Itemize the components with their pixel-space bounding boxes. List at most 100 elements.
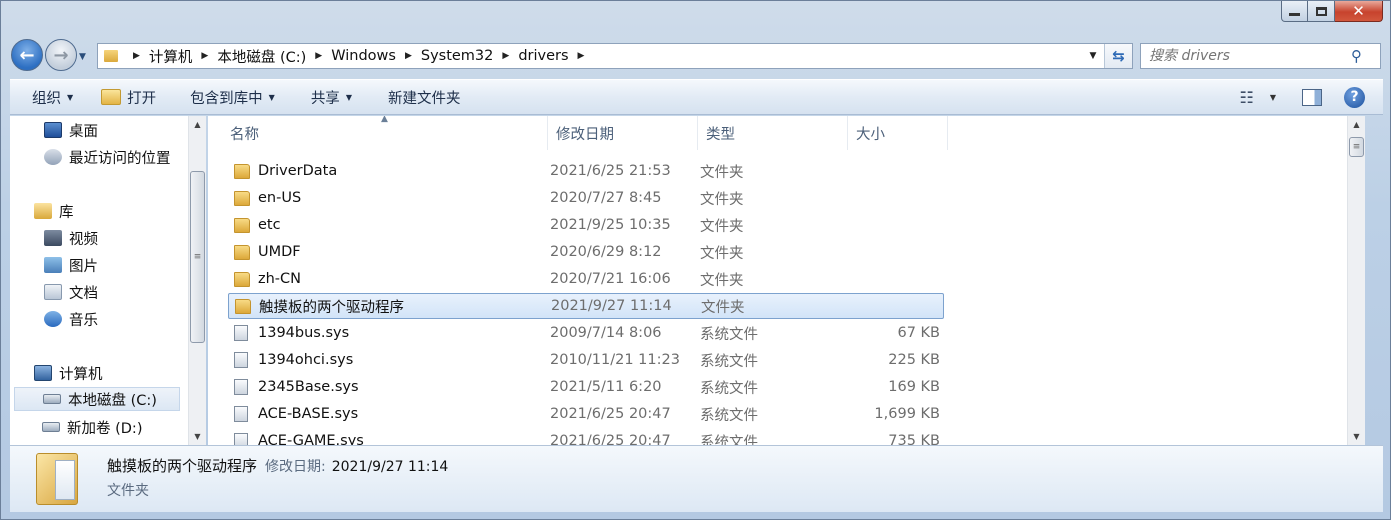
chevron-right-icon[interactable]: ▶: [133, 51, 140, 61]
chevron-down-icon[interactable]: ▼: [1348, 428, 1365, 445]
nav-label: 视频: [69, 231, 98, 248]
nav-label: 最近访问的位置: [69, 150, 171, 167]
nav-item-music[interactable]: 音乐: [44, 307, 98, 331]
file-name: ACE-BASE.sys: [258, 406, 359, 422]
chevron-down-icon[interactable]: ▼: [1270, 93, 1276, 102]
details-pane: 触摸板的两个驱动程序 修改日期: 2021/9/27 11:14 文件夹: [10, 445, 1383, 512]
file-list-scrollbar[interactable]: ▲ ≡ ▼: [1347, 116, 1365, 445]
search-icon[interactable]: ⚲: [1351, 47, 1362, 65]
chevron-right-icon[interactable]: ▶: [315, 51, 322, 61]
table-row[interactable]: ACE-BASE.sys 2021/6/25 20:47 系统文件 1,699 KB: [228, 401, 944, 427]
nav-item-new-volume[interactable]: 新加卷 (D:): [42, 415, 142, 439]
search-input[interactable]: [1141, 48, 1351, 64]
refresh-icon: ⇆: [1112, 47, 1125, 65]
close-button[interactable]: ✕: [1335, 1, 1383, 22]
folder-icon: [104, 50, 118, 62]
nav-item-documents[interactable]: 文档: [44, 280, 98, 304]
nav-buttons: ← → ▼: [11, 39, 86, 71]
breadcrumb-drivers[interactable]: drivers: [518, 48, 568, 64]
recent-pages-dropdown[interactable]: ▼: [79, 52, 86, 62]
organize-label: 组织: [32, 90, 61, 107]
column-header-name[interactable]: 名称: [208, 116, 548, 150]
computer-icon: [34, 365, 52, 381]
chevron-up-icon[interactable]: ▲: [1348, 116, 1365, 133]
chevron-down-icon[interactable]: ▼: [189, 428, 206, 445]
file-scroll-thumb[interactable]: ≡: [1349, 137, 1364, 157]
nav-item-libraries[interactable]: 库: [34, 199, 74, 223]
system-file-icon: [234, 352, 248, 368]
column-header-type[interactable]: 类型: [698, 116, 848, 150]
table-row[interactable]: zh-CN 2020/7/21 16:06 文件夹: [228, 266, 944, 292]
chevron-right-icon[interactable]: ▶: [578, 51, 585, 61]
system-file-icon: [234, 325, 248, 341]
file-type: 文件夹: [700, 191, 744, 208]
file-date: 2021/5/11 6:20: [550, 379, 662, 395]
table-row[interactable]: DriverData 2021/6/25 21:53 文件夹: [228, 158, 944, 184]
share-label: 共享: [310, 90, 340, 107]
nav-item-computer[interactable]: 计算机: [34, 361, 103, 385]
nav-item-pictures[interactable]: 图片: [44, 253, 98, 277]
folder-icon: [234, 244, 250, 260]
sort-ascending-icon: ▲: [381, 116, 388, 124]
table-row[interactable]: en-US 2020/7/27 8:45 文件夹: [228, 185, 944, 211]
nav-item-videos[interactable]: 视频: [44, 226, 98, 250]
file-type: 文件夹: [700, 245, 744, 262]
file-type: 文件夹: [701, 299, 745, 316]
breadcrumb-system32[interactable]: System32: [421, 48, 494, 64]
table-row[interactable]: 1394bus.sys 2009/7/14 8:06 系统文件 67 KB: [228, 320, 944, 346]
address-bar[interactable]: ▶ 计算机 ▶ 本地磁盘 (C:) ▶ Windows ▶ System32 ▶…: [97, 43, 1133, 69]
details-type: 文件夹: [107, 483, 149, 499]
table-row[interactable]: ACE-GAME.sys 2021/6/25 20:47 系统文件 735 KB: [228, 428, 944, 445]
column-header-date[interactable]: 修改日期: [548, 116, 698, 150]
chevron-up-icon[interactable]: ▲: [189, 116, 206, 133]
nav-scroll-thumb[interactable]: ≡: [190, 171, 205, 343]
nav-label: 新加卷 (D:): [67, 420, 143, 437]
nav-scrollbar[interactable]: ▲ ≡ ▼: [188, 116, 206, 445]
file-name: 2345Base.sys: [258, 379, 359, 395]
share-button[interactable]: 共享 ▼: [285, 80, 362, 114]
refresh-button[interactable]: ⇆: [1104, 44, 1132, 68]
table-row[interactable]: 2345Base.sys 2021/5/11 6:20 系统文件 169 KB: [228, 374, 944, 400]
back-button[interactable]: ←: [11, 39, 43, 71]
navigation-pane: 桌面 最近访问的位置 库 视频 图片 文档 音乐 计算机 本地磁盘 (C:) 新…: [10, 116, 206, 445]
nav-item-local-disk[interactable]: 本地磁盘 (C:): [14, 387, 180, 411]
chevron-right-icon[interactable]: ▶: [502, 51, 509, 61]
new-folder-button[interactable]: 新建文件夹: [362, 80, 471, 114]
nav-label: 文档: [69, 285, 98, 302]
chevron-right-icon[interactable]: ▶: [201, 51, 208, 61]
file-type: 系统文件: [700, 380, 758, 397]
organize-button[interactable]: 组织 ▼: [10, 80, 83, 114]
system-file-icon: [234, 406, 248, 422]
breadcrumb-local-disk[interactable]: 本地磁盘 (C:): [217, 46, 306, 67]
column-header-size[interactable]: 大小: [848, 116, 948, 150]
forward-button[interactable]: →: [45, 39, 77, 71]
toolbar-right: ☷ ▼ ?: [1240, 80, 1384, 114]
include-in-library-button[interactable]: 包含到库中 ▼: [166, 80, 285, 114]
preview-pane-icon[interactable]: [1302, 88, 1322, 106]
file-name: UMDF: [258, 244, 301, 260]
breadcrumb-windows[interactable]: Windows: [331, 48, 396, 64]
minimize-button[interactable]: [1281, 1, 1308, 22]
breadcrumb-computer[interactable]: 计算机: [149, 46, 193, 67]
view-options-icon[interactable]: ☷: [1240, 88, 1254, 107]
window-controls: ✕: [1281, 1, 1383, 22]
address-history-dropdown[interactable]: ▼: [1086, 44, 1100, 68]
file-name-cell: en-US: [228, 190, 550, 206]
table-row[interactable]: etc 2021/9/25 10:35 文件夹: [228, 212, 944, 238]
file-size: 169 KB: [888, 379, 940, 395]
nav-item-desktop[interactable]: 桌面: [44, 118, 98, 142]
help-icon[interactable]: ?: [1344, 86, 1365, 108]
forward-arrow-icon: →: [53, 44, 69, 66]
table-row[interactable]: 1394ohci.sys 2010/11/21 11:23 系统文件 225 KB: [228, 347, 944, 373]
file-type: 系统文件: [700, 434, 758, 446]
file-date: 2021/6/25 20:47: [550, 433, 671, 445]
maximize-button[interactable]: [1308, 1, 1335, 22]
table-row[interactable]: UMDF 2020/6/29 8:12 文件夹: [228, 239, 944, 265]
file-type: 系统文件: [700, 353, 758, 370]
column-header-label: 大小: [856, 126, 885, 143]
back-arrow-icon: ←: [19, 44, 35, 66]
nav-item-recent[interactable]: 最近访问的位置: [44, 145, 171, 169]
chevron-right-icon[interactable]: ▶: [405, 51, 412, 61]
open-button[interactable]: 打开: [83, 80, 166, 114]
table-row[interactable]: 触摸板的两个驱动程序 2021/9/27 11:14 文件夹: [228, 293, 944, 319]
